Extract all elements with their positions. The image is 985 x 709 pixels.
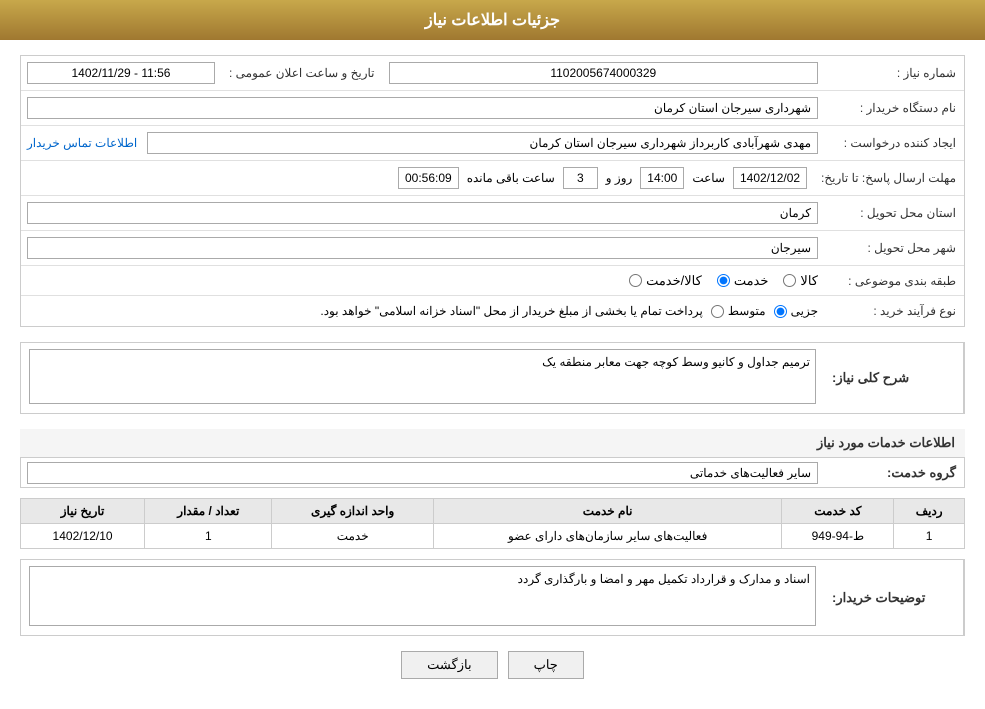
- reply-date-value: 1402/12/02: [733, 167, 807, 189]
- buyer-notes-section: توضیحات خریدار:: [20, 559, 965, 636]
- delivery-city-input: سیرجان: [27, 237, 818, 259]
- need-description-label: شرح کلی نیاز:: [824, 343, 964, 413]
- announce-datetime-input: 1402/11/29 - 11:56: [27, 62, 215, 84]
- table-cell-quantity: 1: [145, 524, 272, 549]
- back-button[interactable]: بازگشت: [401, 651, 497, 679]
- row-creator: ایجاد کننده درخواست : مهدی شهرآبادی کارب…: [21, 126, 964, 161]
- delivery-province-label: استان محل تحویل :: [824, 202, 964, 224]
- main-info-section: شماره نیاز : 1102005674000329 تاریخ و سا…: [20, 55, 965, 327]
- row-need-number: شماره نیاز : 1102005674000329 تاریخ و سا…: [21, 56, 964, 91]
- col-header-row: ردیف: [894, 499, 965, 524]
- service-group-input: سایر فعالیت‌های خدماتی: [27, 462, 818, 484]
- purchase-type-radio-medium[interactable]: [711, 305, 724, 318]
- purchase-type-minor-label: جزیی: [791, 304, 818, 318]
- delivery-province-value: کرمان: [21, 199, 824, 227]
- purchase-type-medium-label: متوسط: [728, 304, 766, 318]
- service-group-value: سایر فعالیت‌های خدماتی: [21, 459, 824, 487]
- category-option-goods[interactable]: کالا: [783, 273, 818, 289]
- col-header-name: نام خدمت: [433, 499, 781, 524]
- need-number-label: شماره نیاز :: [824, 62, 964, 84]
- table-cell-code: ط-94-949: [782, 524, 894, 549]
- table-cell-name: فعالیت‌های سایر سازمان‌های دارای عضو: [433, 524, 781, 549]
- page-header: جزئیات اطلاعات نیاز: [0, 0, 985, 40]
- col-header-unit: واحد اندازه گیری: [272, 499, 433, 524]
- row-buyer-org: نام دستگاه خریدار : شهرداری سیرجان استان…: [21, 91, 964, 126]
- contact-info-link[interactable]: اطلاعات تماس خریدار: [27, 136, 137, 150]
- delivery-city-label: شهر محل تحویل :: [824, 237, 964, 259]
- purchase-type-medium[interactable]: متوسط: [711, 304, 766, 318]
- category-option-service[interactable]: خدمت: [717, 273, 769, 289]
- table-header-row: ردیف کد خدمت نام خدمت واحد اندازه گیری ت…: [21, 499, 965, 524]
- category-option-service-label: خدمت: [734, 273, 769, 289]
- remaining-time: 00:56:09: [398, 167, 459, 189]
- reply-time-value: 14:00: [640, 167, 684, 189]
- buyer-org-value: شهرداری سیرجان استان کرمان: [21, 94, 824, 122]
- category-radio-goods[interactable]: [783, 274, 796, 287]
- reply-time-label: ساعت: [688, 171, 729, 185]
- reply-deadline-values: 1402/12/02 ساعت 14:00 روز و 3 ساعت باقی …: [21, 164, 813, 192]
- category-radio-service[interactable]: [717, 274, 730, 287]
- table-cell-row: 1: [894, 524, 965, 549]
- days-label: روز و: [602, 171, 637, 185]
- need-description-content: // Will populate below: [21, 343, 824, 413]
- delivery-city-value: سیرجان: [21, 234, 824, 262]
- purchase-type-radio-minor[interactable]: [774, 305, 787, 318]
- category-options: کالا/خدمت خدمت کالا: [21, 270, 824, 292]
- service-group-row: گروه خدمت: سایر فعالیت‌های خدماتی: [20, 458, 965, 488]
- buyer-notes-content: [21, 560, 824, 635]
- category-option-goods-service[interactable]: کالا/خدمت: [629, 273, 702, 289]
- row-category: طبقه بندی موضوعی : کالا/خدمت خدمت کالا: [21, 266, 964, 296]
- service-group-label: گروه خدمت:: [824, 461, 964, 485]
- col-header-code: کد خدمت: [782, 499, 894, 524]
- table-row: 1ط-94-949فعالیت‌های سایر سازمان‌های دارا…: [21, 524, 965, 549]
- col-header-quantity: تعداد / مقدار: [145, 499, 272, 524]
- need-description-section: شرح کلی نیاز: // Will populate below: [20, 342, 965, 414]
- days-value: 3: [563, 167, 598, 189]
- announce-datetime-label: تاریخ و ساعت اعلان عمومی :: [221, 62, 383, 84]
- col-header-date: تاریخ نیاز: [21, 499, 145, 524]
- services-table-container: ردیف کد خدمت نام خدمت واحد اندازه گیری ت…: [20, 498, 965, 549]
- category-radio-goods-service[interactable]: [629, 274, 642, 287]
- row-purchase-type: نوع فرآیند خرید : پرداخت تمام یا بخشی از…: [21, 296, 964, 326]
- category-option-goods-label: کالا: [800, 273, 818, 289]
- purchase-type-label: نوع فرآیند خرید :: [824, 300, 964, 322]
- need-number-value: 1102005674000329: [383, 59, 824, 87]
- footer-buttons: چاپ بازگشت: [20, 651, 965, 679]
- creator-input: مهدی شهرآبادی کاربرداز شهرداری سیرجان اس…: [147, 132, 818, 154]
- category-option-goods-service-label: کالا/خدمت: [646, 273, 702, 289]
- row-reply-deadline: مهلت ارسال پاسخ: تا تاریخ: 1402/12/02 سا…: [21, 161, 964, 196]
- need-description-textarea[interactable]: [29, 349, 816, 404]
- creator-label: ایجاد کننده درخواست :: [824, 132, 964, 154]
- announce-datetime-value: 1402/11/29 - 11:56: [21, 59, 221, 87]
- reply-deadline-label: مهلت ارسال پاسخ: تا تاریخ:: [813, 167, 964, 189]
- need-number-input: 1102005674000329: [389, 62, 818, 84]
- page-title: جزئیات اطلاعات نیاز: [425, 12, 560, 29]
- table-cell-unit: خدمت: [272, 524, 433, 549]
- remaining-label: ساعت باقی مانده: [463, 171, 559, 185]
- buyer-notes-textarea[interactable]: [29, 566, 816, 626]
- purchase-type-note: پرداخت تمام یا بخشی از مبلغ خریدار از مح…: [320, 304, 703, 318]
- row-delivery-city: شهر محل تحویل : سیرجان: [21, 231, 964, 266]
- services-section-title: اطلاعات خدمات مورد نیاز: [20, 429, 965, 458]
- buyer-org-input: شهرداری سیرجان استان کرمان: [27, 97, 818, 119]
- category-label: طبقه بندی موضوعی :: [824, 270, 964, 292]
- delivery-province-input: کرمان: [27, 202, 818, 224]
- row-delivery-province: استان محل تحویل : کرمان: [21, 196, 964, 231]
- purchase-type-content: پرداخت تمام یا بخشی از مبلغ خریدار از مح…: [21, 301, 824, 321]
- table-cell-date: 1402/12/10: [21, 524, 145, 549]
- buyer-notes-label: توضیحات خریدار:: [824, 560, 964, 635]
- buyer-org-label: نام دستگاه خریدار :: [824, 97, 964, 119]
- creator-value: مهدی شهرآبادی کاربرداز شهرداری سیرجان اس…: [21, 129, 824, 157]
- services-table: ردیف کد خدمت نام خدمت واحد اندازه گیری ت…: [20, 498, 965, 549]
- print-button[interactable]: چاپ: [508, 651, 584, 679]
- purchase-type-minor[interactable]: جزیی: [774, 304, 818, 318]
